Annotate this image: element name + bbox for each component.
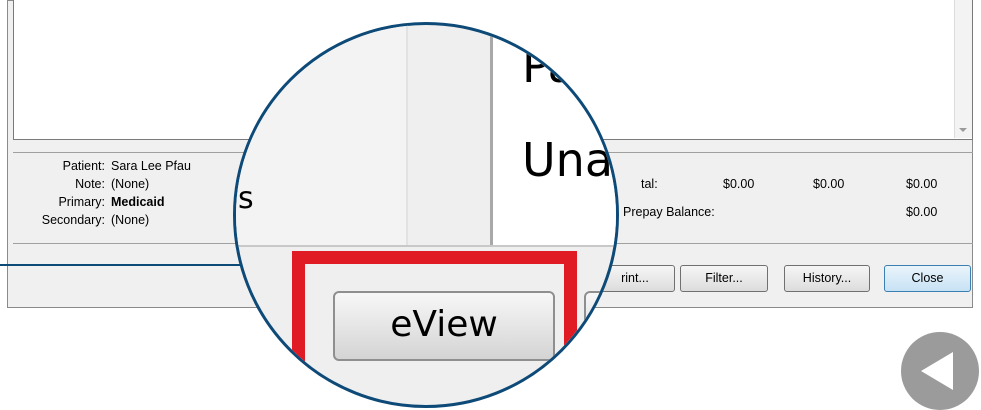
scroll-down-icon[interactable] [959, 128, 967, 132]
magnified-divider [236, 245, 616, 247]
prepay-label: Prepay Balance: [623, 205, 715, 219]
back-arrow-icon [921, 352, 953, 390]
patient-label: Patient: [62, 159, 105, 173]
eview-button[interactable]: eView [333, 291, 555, 361]
primary-value: Medicaid [111, 195, 165, 209]
patient-row: Patient: Sara Lee Pfau [13, 159, 191, 173]
prepay-value: $0.00 [906, 205, 938, 219]
secondary-label: Secondary: [41, 213, 105, 227]
callout-leader-line [0, 264, 262, 266]
total-col3: $0.00 [906, 177, 938, 191]
note-value: (None) [111, 177, 150, 191]
history-button[interactable]: History... [784, 265, 870, 292]
filter-button[interactable]: Filter... [680, 265, 768, 292]
magnified-partial-letter: s [238, 181, 254, 216]
total-col1: $0.00 [723, 177, 755, 191]
magnifier-callout: Pa Unap s eView [233, 22, 619, 408]
total-label: tal: [641, 177, 658, 191]
primary-label: Primary: [58, 195, 105, 209]
magnified-text-top: Pa [522, 39, 576, 93]
back-button[interactable] [901, 332, 979, 410]
magnified-left-panel [236, 25, 408, 245]
primary-row: Primary: Medicaid [13, 195, 165, 209]
magnified-text-mid: Unap [522, 133, 616, 187]
secondary-value: (None) [111, 213, 150, 227]
close-button[interactable]: Close [884, 265, 971, 292]
note-label: Note: [75, 177, 105, 191]
note-row: Note: (None) [13, 177, 149, 191]
patient-value: Sara Lee Pfau [111, 159, 191, 173]
secondary-row: Secondary: (None) [13, 213, 149, 227]
vertical-scrollbar[interactable] [954, 0, 972, 138]
total-col2: $0.00 [813, 177, 845, 191]
magnified-next-button [584, 291, 616, 361]
